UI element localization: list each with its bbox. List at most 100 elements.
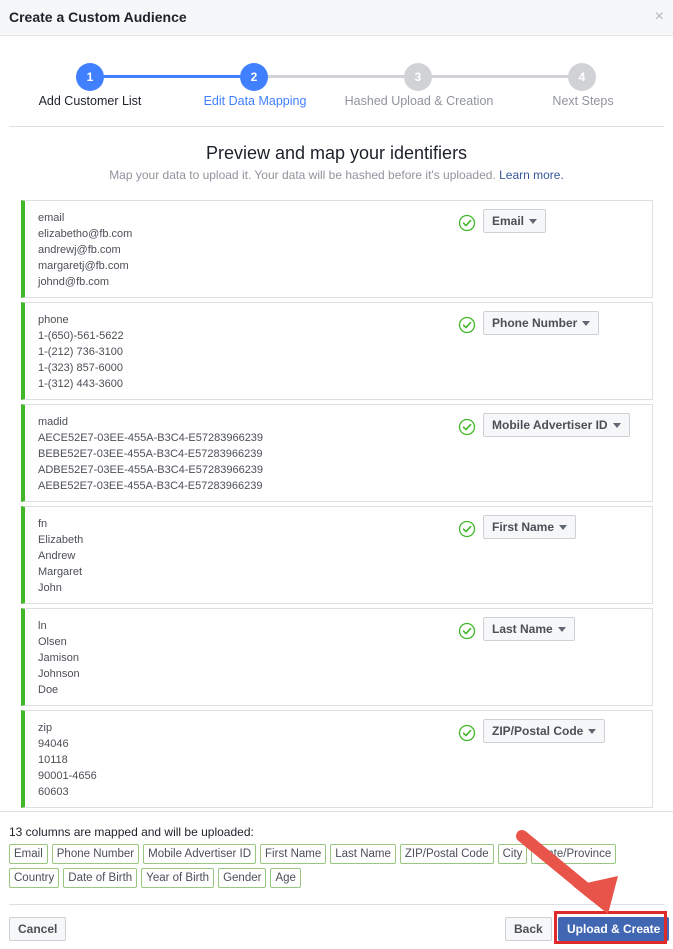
column-card-fn: fn Elizabeth Andrew Margaret John First Name bbox=[21, 506, 653, 604]
column-preview: ln Olsen Jamison Johnson Doe bbox=[38, 618, 80, 698]
caret-down-icon bbox=[557, 627, 566, 633]
mapping-dropdown[interactable]: ZIP/Postal Code bbox=[483, 719, 606, 743]
column-value: AECE52E7-03EE-455A-B3C4-E57283966239 bbox=[38, 432, 264, 444]
column-value: John bbox=[38, 582, 62, 594]
column-preview: fn Elizabeth Andrew Margaret John bbox=[38, 516, 83, 596]
mapping-dropdown-label: Email bbox=[492, 214, 525, 228]
mapped-tag: Gender bbox=[218, 868, 267, 888]
column-value: Jamison bbox=[38, 652, 79, 664]
check-circle-icon bbox=[458, 724, 476, 742]
column-header: zip bbox=[38, 722, 53, 734]
column-value: 1-(312) 443-3600 bbox=[38, 378, 124, 390]
column-value: Olsen bbox=[38, 636, 67, 648]
dialog-title: Create a Custom Audience bbox=[9, 9, 187, 25]
step-4-label: Next Steps bbox=[552, 94, 614, 108]
step-connector bbox=[268, 75, 404, 78]
column-value: Andrew bbox=[38, 550, 76, 562]
column-value: elizabetho@fb.com bbox=[38, 228, 133, 240]
learn-more-link[interactable]: Learn more. bbox=[499, 168, 564, 182]
divider bbox=[9, 904, 664, 905]
mapped-tag: Last Name bbox=[330, 844, 396, 864]
mapped-tag: Mobile Advertiser ID bbox=[143, 844, 257, 864]
mapped-tag: Year of Birth bbox=[141, 868, 215, 888]
column-header: email bbox=[38, 212, 65, 224]
column-header: fn bbox=[38, 518, 48, 530]
mapped-tags: Email Phone Number Mobile Advertiser ID Fir… bbox=[9, 844, 649, 892]
mapped-summary-text: 13 columns are mapped and will be upload… bbox=[9, 825, 254, 839]
column-value: Doe bbox=[38, 684, 59, 696]
mapped-tag: State/Province bbox=[531, 844, 617, 864]
divider bbox=[9, 126, 664, 127]
column-mapping-list: email elizabetho@fb.com andrewj@fb.com marg… bbox=[21, 200, 653, 812]
column-value: margaretj@fb.com bbox=[38, 260, 129, 272]
column-value: Elizabeth bbox=[38, 534, 84, 546]
check-circle-icon bbox=[458, 622, 476, 640]
column-card-zip: zip 94046 10118 90001-4656 60603 ZIP/Postal C… bbox=[21, 710, 653, 808]
mapped-tag: First Name bbox=[260, 844, 327, 864]
column-value: Johnson bbox=[38, 668, 80, 680]
column-header: ln bbox=[38, 620, 47, 632]
mapping-dropdown[interactable]: First Name bbox=[483, 515, 577, 539]
step-connector bbox=[432, 75, 568, 78]
caret-down-icon bbox=[582, 321, 591, 327]
caret-down-icon bbox=[559, 525, 568, 531]
column-value: BEBE52E7-03EE-455A-B3C4-E57283966239 bbox=[38, 448, 263, 460]
column-value: ADBE52E7-03EE-455A-B3C4-E57283966239 bbox=[38, 464, 264, 476]
step-4-circle: 4 bbox=[568, 63, 596, 91]
mapping-dropdown[interactable]: Email bbox=[483, 209, 547, 233]
column-value: johnd@fb.com bbox=[38, 276, 110, 288]
column-value: 10118 bbox=[38, 754, 68, 766]
step-2-label: Edit Data Mapping bbox=[203, 94, 307, 108]
divider bbox=[0, 811, 673, 812]
mapping-dropdown[interactable]: Phone Number bbox=[483, 311, 600, 335]
close-icon[interactable]: × bbox=[655, 8, 664, 26]
mapped-tag: ZIP/Postal Code bbox=[399, 844, 494, 864]
cancel-button[interactable]: Cancel bbox=[9, 917, 67, 941]
check-circle-icon bbox=[458, 418, 476, 436]
column-header: madid bbox=[38, 416, 68, 428]
mapped-tag: City bbox=[497, 844, 528, 864]
column-value: 60603 bbox=[38, 786, 69, 798]
upload-create-button[interactable]: Upload & Create bbox=[558, 917, 670, 941]
caret-down-icon bbox=[529, 219, 538, 225]
subtitle-text: Map your data to upload it. Your data wi… bbox=[109, 168, 496, 182]
check-circle-icon bbox=[458, 214, 476, 232]
mapping-dropdown[interactable]: Mobile Advertiser ID bbox=[483, 413, 630, 437]
mapping-dropdown-label: Last Name bbox=[492, 622, 553, 636]
mapped-tag: Date of Birth bbox=[63, 868, 138, 888]
column-preview: email elizabetho@fb.com andrewj@fb.com marg… bbox=[38, 210, 132, 290]
column-value: AEBE52E7-03EE-455A-B3C4-E57283966239 bbox=[38, 480, 263, 492]
column-value: 90001-4656 bbox=[38, 770, 97, 782]
step-1-label: Add Customer List bbox=[38, 94, 142, 108]
progress-stepper: 1 2 3 4 Add Customer List Edit Data Mapp… bbox=[0, 60, 673, 120]
mapped-tag: Phone Number bbox=[51, 844, 140, 864]
column-card-email: email elizabetho@fb.com andrewj@fb.com marg… bbox=[21, 200, 653, 298]
step-1-circle: 1 bbox=[76, 63, 104, 91]
column-value: andrewj@fb.com bbox=[38, 244, 121, 256]
column-card-ln: ln Olsen Jamison Johnson Doe Last Name bbox=[21, 608, 653, 706]
column-value: 1-(650)-561-5622 bbox=[38, 330, 124, 342]
mapping-dropdown-label: First Name bbox=[492, 520, 555, 534]
step-3-circle: 3 bbox=[404, 63, 432, 91]
step-3-label: Hashed Upload & Creation bbox=[344, 94, 494, 108]
step-connector bbox=[104, 75, 240, 78]
column-value: Margaret bbox=[38, 566, 83, 578]
column-value: 1-(212) 736-3100 bbox=[38, 346, 124, 358]
column-card-phone: phone 1-(650)-561-5622 1-(212) 736-3100 1-(… bbox=[21, 302, 653, 400]
caret-down-icon bbox=[588, 729, 597, 735]
column-value: 94046 bbox=[38, 738, 69, 750]
check-circle-icon bbox=[458, 520, 476, 538]
mapped-tag: Country bbox=[9, 868, 60, 888]
step-2-circle: 2 bbox=[240, 63, 268, 91]
dialog-header: Create a Custom Audience × bbox=[0, 0, 673, 36]
column-preview: zip 94046 10118 90001-4656 60603 bbox=[38, 720, 97, 800]
back-button[interactable]: Back bbox=[505, 917, 552, 941]
section-title: Preview and map your identifiers bbox=[205, 143, 468, 163]
mapping-dropdown[interactable]: Last Name bbox=[483, 617, 575, 641]
mapping-dropdown-label: Phone Number bbox=[492, 316, 578, 330]
mapping-dropdown-label: ZIP/Postal Code bbox=[492, 724, 584, 738]
column-card-madid: madid AECE52E7-03EE-455A-B3C4-E5728396623… bbox=[21, 404, 653, 502]
column-header: phone bbox=[38, 314, 69, 326]
caret-down-icon bbox=[612, 423, 621, 429]
column-value: 1-(323) 857-6000 bbox=[38, 362, 124, 374]
